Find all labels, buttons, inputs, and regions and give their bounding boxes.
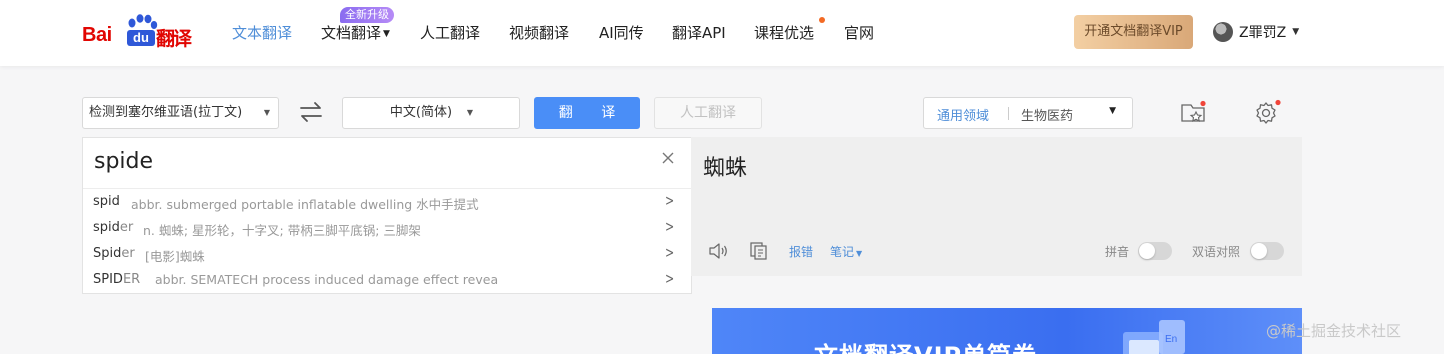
nav-document-translate[interactable]: 文档翻译 ▼	[321, 22, 390, 43]
document-icon: En	[1123, 320, 1185, 354]
svg-text:En: En	[1165, 334, 1177, 345]
suggestion-word: spider	[93, 220, 133, 235]
copy-icon[interactable]	[749, 241, 769, 261]
suggestion-word: Spider	[93, 246, 135, 261]
nav-official-site[interactable]: 官网	[844, 22, 874, 43]
user-menu[interactable]: Z罪罚Z ▼	[1213, 21, 1299, 43]
logo-fanyi-text: 翻译	[156, 28, 192, 50]
suggestion-rest: ER	[122, 272, 141, 287]
source-input-panel: spid abbr. submerged portable inflatable…	[82, 137, 692, 294]
baidu-translate-logo[interactable]: Bai du 翻译	[82, 14, 194, 52]
chevron-down-icon: ▼	[1109, 106, 1116, 116]
avatar	[1213, 22, 1233, 42]
pinyin-label: 拼音	[1105, 245, 1130, 259]
suggestion-rest: er	[119, 220, 134, 235]
suggestion-definition: [电影]蜘蛛	[145, 249, 205, 264]
suggestion-item[interactable]: spider n. 蜘蛛; 星形轮，十字叉; 带柄三脚平底锅; 三脚架 >	[83, 215, 691, 241]
banner-title: 文档翻译VIP单篇券	[814, 336, 1037, 354]
notes-label: 笔记	[830, 245, 855, 259]
nav-document-translate-label: 文档翻译	[321, 24, 382, 42]
logo-du-text: du	[127, 30, 155, 46]
bilingual-label: 双语对照	[1192, 245, 1241, 259]
suggestion-item[interactable]: Spider [电影]蜘蛛 >	[83, 241, 691, 267]
close-icon[interactable]	[660, 150, 676, 166]
translation-result: 蜘蛛	[703, 156, 748, 181]
suggestion-definition: abbr. submerged portable inflatable dwel…	[131, 197, 479, 212]
source-language-select[interactable]: 检测到塞尔维亚语(拉丁文) ▼	[82, 97, 279, 129]
nav-courses[interactable]: 课程优选	[754, 22, 814, 43]
suggestion-item[interactable]: spid abbr. submerged portable inflatable…	[83, 189, 691, 215]
logo-bai-text: Bai	[82, 24, 112, 46]
swap-icon[interactable]	[298, 100, 324, 124]
chevron-right-icon: >	[665, 217, 675, 236]
human-translate-button[interactable]: 人工翻译	[654, 97, 762, 129]
translate-button[interactable]: 翻 译	[534, 97, 640, 129]
suggestion-typed: spid	[93, 194, 120, 209]
suggestion-definition: n. 蜘蛛; 星形轮，十字叉; 带柄三脚平底锅; 三脚架	[143, 223, 421, 238]
suggestion-typed: Spid	[93, 246, 122, 261]
suggestion-word: spid	[93, 194, 120, 209]
target-language-label: 中文(简体)	[389, 105, 453, 120]
source-text-input[interactable]	[94, 149, 634, 174]
notes-dropdown[interactable]: 笔记 ▼	[830, 243, 862, 260]
suggestion-typed: spid	[93, 220, 120, 235]
suggestion-typed: SPID	[93, 272, 123, 287]
target-language-select[interactable]: 中文(简体) ▼	[342, 97, 520, 129]
speaker-icon[interactable]	[708, 241, 730, 261]
bilingual-toggle[interactable]	[1250, 242, 1284, 260]
new-upgrade-badge: 全新升级	[340, 7, 394, 23]
domain-selected-option[interactable]: 生物医药	[1021, 105, 1073, 124]
vip-button[interactable]: 开通文档翻译VIP	[1074, 15, 1193, 49]
domain-select[interactable]: 通用领域 生物医药 ▼	[923, 97, 1133, 129]
chevron-right-icon: >	[665, 191, 675, 210]
output-toolbar: 报错 笔记 ▼ 拼音 双语对照	[691, 237, 1302, 265]
chevron-down-icon: ▼	[856, 249, 863, 258]
chevron-down-icon: ▼	[1292, 27, 1300, 37]
suggestion-list: spid abbr. submerged portable inflatable…	[83, 188, 691, 293]
suggestion-rest: er	[121, 246, 135, 261]
settings-icon[interactable]	[1254, 99, 1282, 125]
nav-translate-api[interactable]: 翻译API	[672, 22, 726, 43]
pinyin-toggle[interactable]	[1138, 242, 1172, 260]
report-error-link[interactable]: 报错	[789, 243, 813, 260]
watermark: @稀土掘金技术社区	[1266, 322, 1402, 340]
divider	[1008, 107, 1009, 120]
top-header: Bai du 翻译 文本翻译 全新升级 文档翻译 ▼ 人工翻译 视频翻译 AI同传…	[0, 0, 1444, 66]
notification-dot	[819, 17, 825, 23]
chevron-right-icon: >	[665, 269, 675, 288]
chevron-down-icon: ▼	[466, 108, 473, 117]
suggestion-item[interactable]: SPIDER abbr. SEMATECH process induced da…	[83, 267, 691, 293]
domain-general-option[interactable]: 通用领域	[937, 105, 989, 124]
promo-banner[interactable]: 文档翻译VIP单篇券 En	[712, 308, 1302, 354]
favorites-icon[interactable]	[1180, 100, 1210, 126]
suggestion-word: SPIDER	[93, 272, 140, 287]
nav-ai-interpretation[interactable]: AI同传	[599, 22, 644, 43]
suggestion-definition: abbr. SEMATECH process induced damage ef…	[155, 272, 499, 287]
source-language-label: 检测到塞尔维亚语(拉丁文)	[89, 105, 243, 120]
translation-output-panel: 蜘蛛 报错 笔记 ▼ 拼音 双语对照	[691, 137, 1302, 276]
chevron-right-icon: >	[665, 243, 675, 262]
chevron-down-icon: ▼	[383, 29, 390, 39]
chevron-down-icon: ▼	[263, 108, 270, 117]
nav-text-translate[interactable]: 文本翻译	[232, 22, 292, 43]
nav-video-translate[interactable]: 视频翻译	[509, 22, 569, 43]
nav-human-translate[interactable]: 人工翻译	[420, 22, 480, 43]
user-name: Z罪罚Z	[1239, 25, 1287, 41]
